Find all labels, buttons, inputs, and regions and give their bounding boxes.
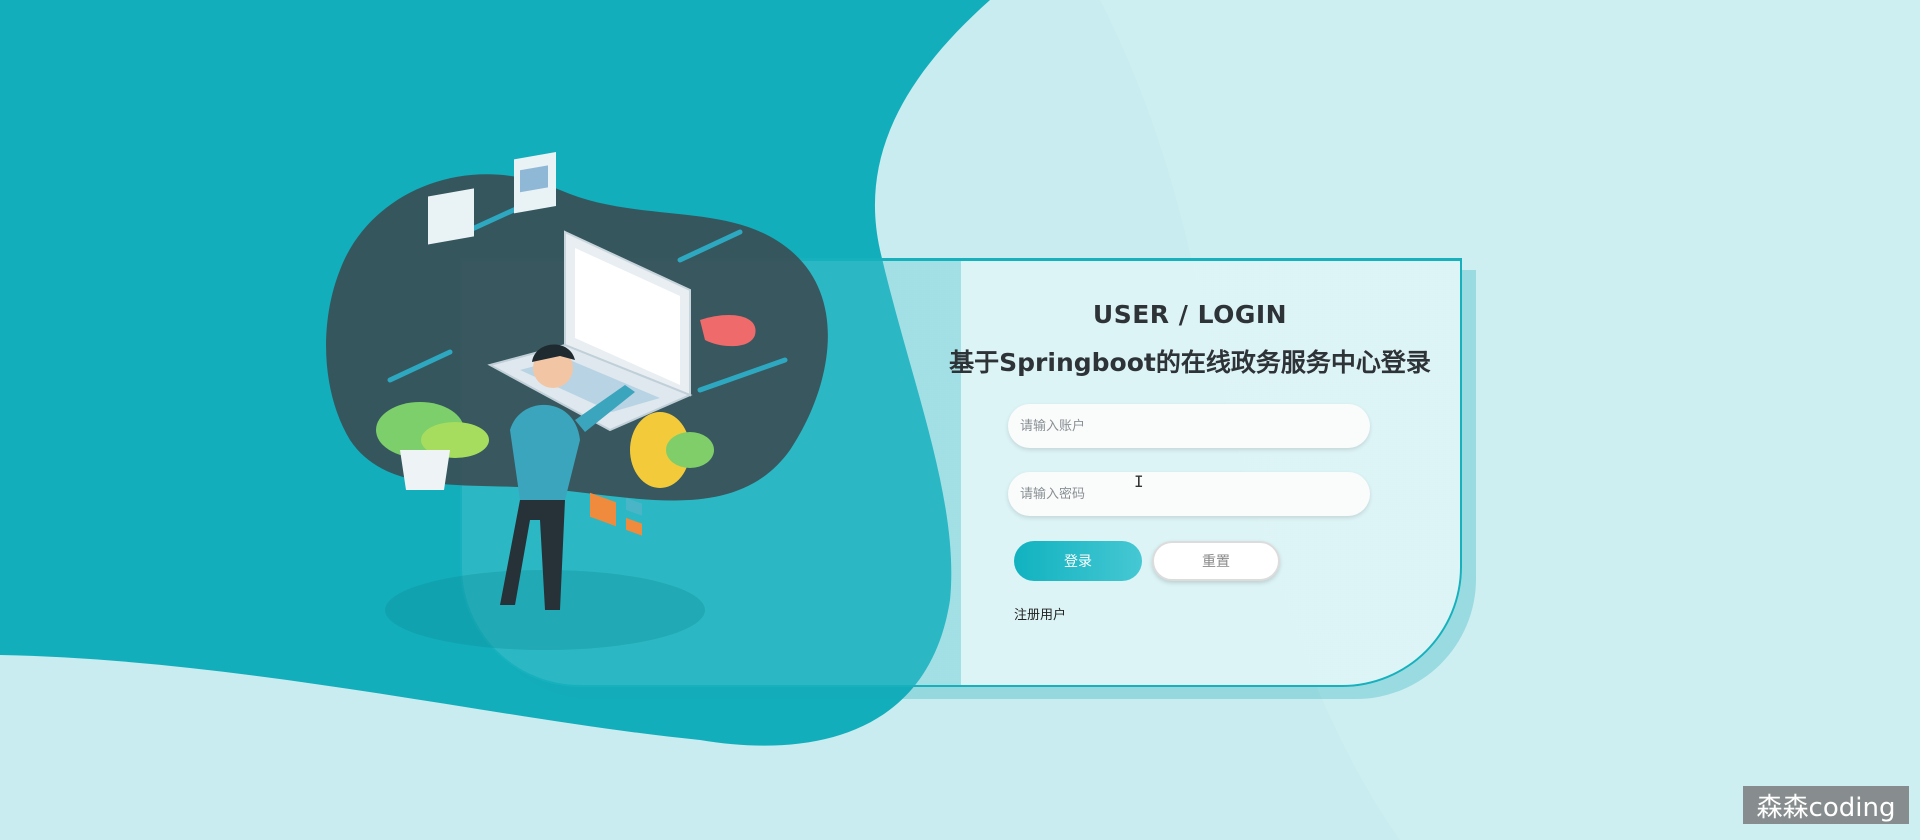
login-title-cn: 基于Springboot的在线政务服务中心登录 <box>949 348 1431 377</box>
password-input[interactable] <box>1008 472 1370 516</box>
register-link[interactable]: 注册用户 <box>1014 604 1066 623</box>
login-title-en: USER / LOGIN <box>1092 300 1288 329</box>
reset-button[interactable]: 重置 <box>1152 541 1280 581</box>
account-input[interactable] <box>1008 404 1370 448</box>
login-button[interactable]: 登录 <box>1014 541 1142 581</box>
watermark: 森森coding <box>1743 786 1909 824</box>
text-cursor-icon: I <box>1134 472 1144 491</box>
